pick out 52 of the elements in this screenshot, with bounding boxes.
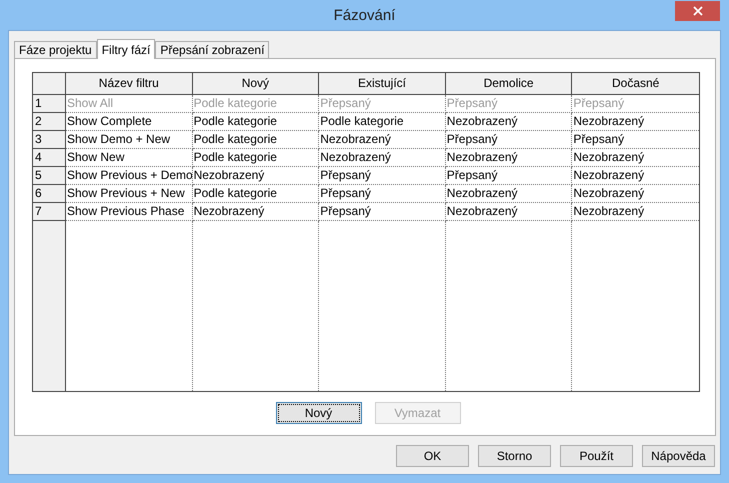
tab[interactable]: Filtry fází xyxy=(96,39,156,59)
column-header: Název filtru xyxy=(66,73,193,95)
row-number: 5 xyxy=(33,167,66,185)
column-header: Nový xyxy=(192,73,320,95)
row-number: 4 xyxy=(33,149,66,167)
row-number: 6 xyxy=(33,185,66,203)
table-cell[interactable]: Nezobrazený xyxy=(446,149,572,167)
dialog-button[interactable]: Nápověda xyxy=(642,445,715,467)
table-cell[interactable]: Nezobrazený xyxy=(572,113,699,131)
table-cell[interactable]: Nezobrazený xyxy=(572,167,699,185)
column-header: Demolice xyxy=(446,73,572,95)
table-cell[interactable]: Nezobrazený xyxy=(572,185,699,203)
table-cell[interactable]: Nezobrazený xyxy=(572,203,699,221)
dialog-button[interactable]: OK xyxy=(396,445,469,467)
table-cell[interactable]: Přepsaný xyxy=(319,185,446,203)
table-cell[interactable]: Show Complete xyxy=(66,113,193,131)
table-cell[interactable]: Nezobrazený xyxy=(572,149,699,167)
table-cell[interactable]: Podle kategorie xyxy=(319,113,446,131)
table-cell[interactable]: Nezobrazený xyxy=(192,167,320,185)
table-cell[interactable]: Přepsaný xyxy=(572,131,699,149)
table-cell[interactable]: Show Previous + New xyxy=(66,185,193,203)
table-cell[interactable]: Podle kategorie xyxy=(192,113,320,131)
table-cell[interactable]: Show Previous Phase xyxy=(66,203,193,221)
column-header: Existující xyxy=(319,73,446,95)
table-cell[interactable]: Show Demo + New xyxy=(66,131,193,149)
row-number: 3 xyxy=(33,131,66,149)
table-cell[interactable]: Přepsaný xyxy=(319,203,446,221)
dialog-button[interactable]: Použít xyxy=(560,445,633,467)
row-number: 1 xyxy=(33,95,66,113)
tab[interactable]: Přepsání zobrazení xyxy=(155,41,270,58)
dialog-button[interactable]: Storno xyxy=(478,445,551,467)
close-button[interactable] xyxy=(675,1,720,21)
tab[interactable]: Fáze projektu xyxy=(14,41,97,58)
row-number: 2 xyxy=(33,113,66,131)
table-cell[interactable]: Podle kategorie xyxy=(192,131,320,149)
table-cell[interactable]: Přepsaný xyxy=(446,167,572,185)
table-cell[interactable]: Nezobrazený xyxy=(319,149,446,167)
table-cell[interactable]: Přepsaný xyxy=(319,167,446,185)
close-icon xyxy=(692,6,702,16)
table-cell[interactable]: Show New xyxy=(66,149,193,167)
table-cell[interactable]: Nezobrazený xyxy=(446,113,572,131)
table-cell[interactable]: Podle kategorie xyxy=(192,149,320,167)
table-button[interactable]: Nový xyxy=(276,402,362,424)
table-cell[interactable]: Nezobrazený xyxy=(192,203,320,221)
table-cell[interactable]: Podle kategorie xyxy=(192,185,320,203)
table-cell[interactable]: Nezobrazený xyxy=(446,185,572,203)
column-header: Dočasné xyxy=(572,73,699,95)
table-cell[interactable]: Nezobrazený xyxy=(446,203,572,221)
row-number: 7 xyxy=(33,203,66,221)
table-cell[interactable]: Nezobrazený xyxy=(319,131,446,149)
table-cell[interactable]: Přepsaný xyxy=(446,131,572,149)
window-title: Fázování xyxy=(334,6,396,24)
